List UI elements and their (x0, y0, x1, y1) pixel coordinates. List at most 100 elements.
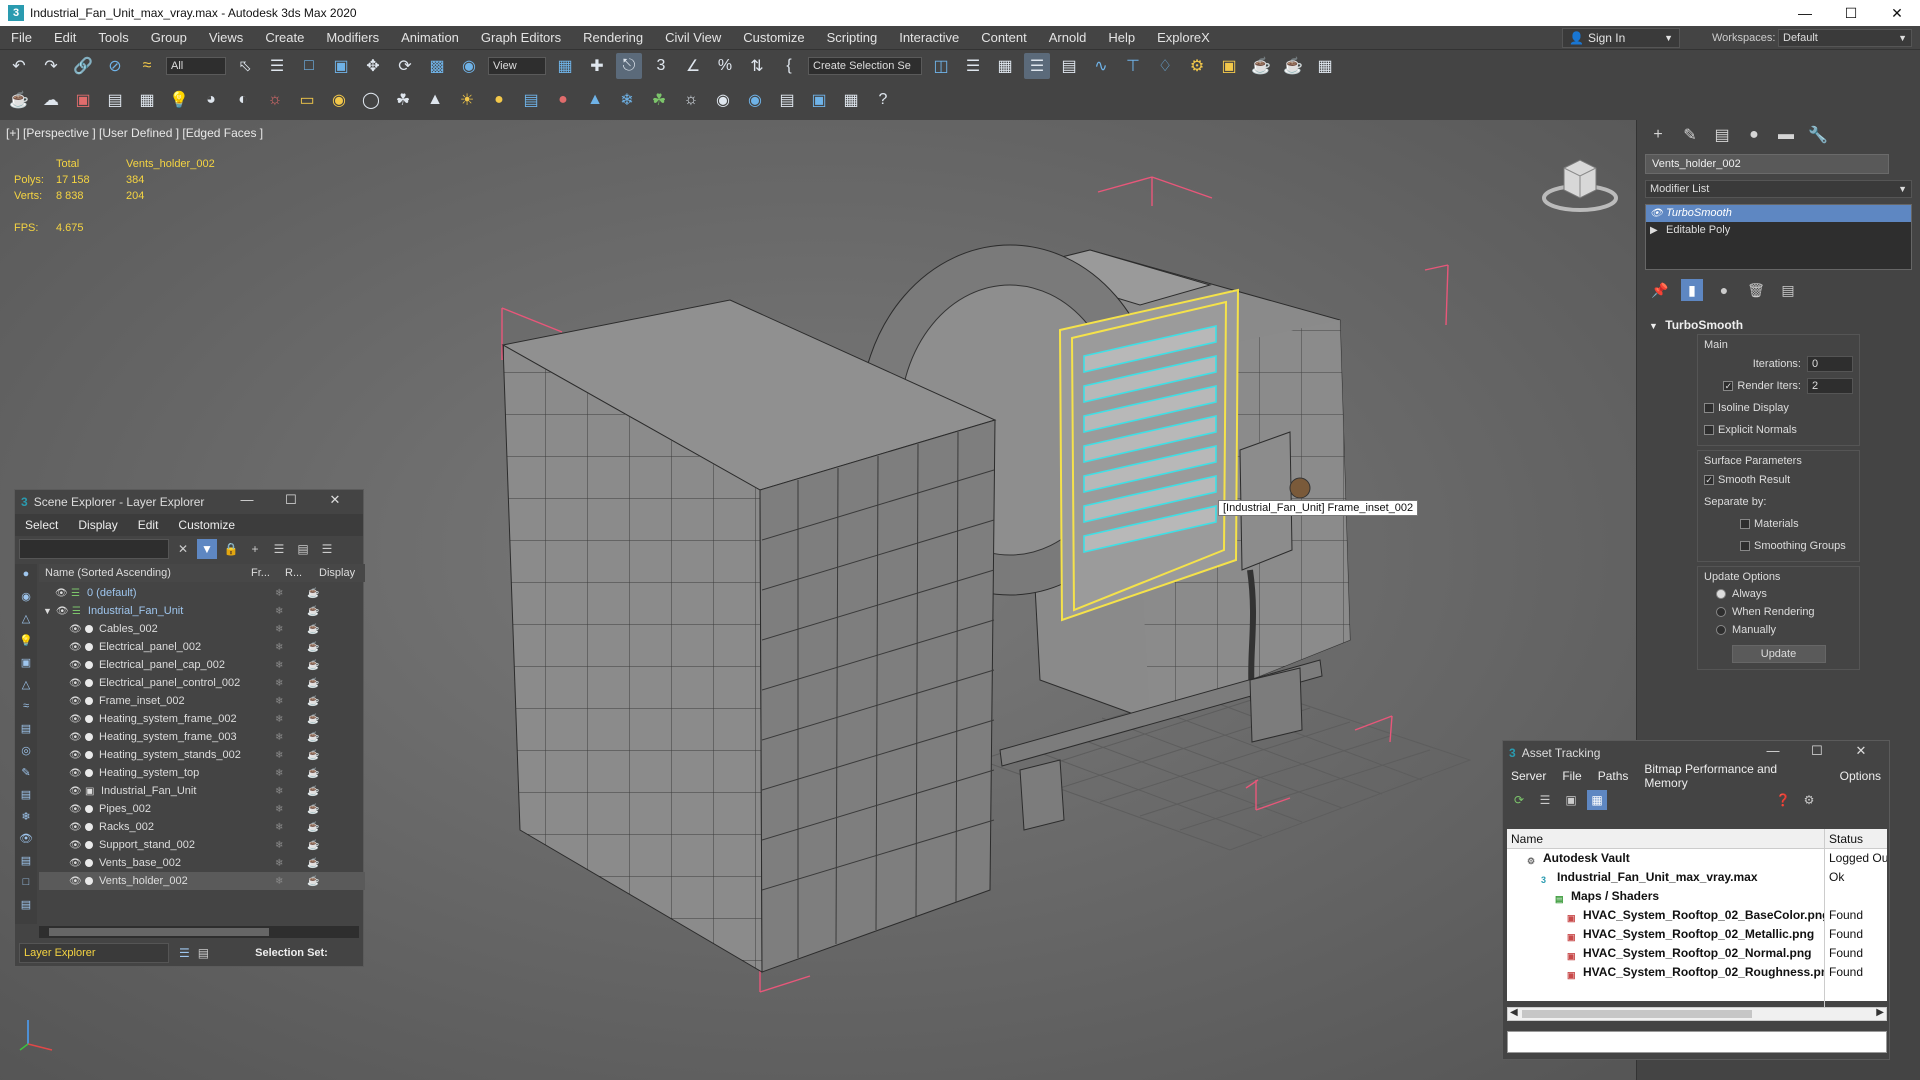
se-menu-edit[interactable]: Edit (128, 518, 169, 532)
angle-snap-icon[interactable]: ∠ (680, 53, 706, 79)
vray-plane-icon[interactable]: ▭ (294, 87, 320, 113)
scene-row[interactable]: 👁 Heating_system_top ❄ ☕ (39, 764, 365, 782)
minimize-icon[interactable]: — (225, 492, 269, 508)
at-menu-options[interactable]: Options (1832, 769, 1889, 783)
vray-dome-icon[interactable]: ◕ (198, 87, 224, 113)
render-iters-checkbox[interactable]: ✓ (1723, 381, 1734, 391)
menu-explorex[interactable]: ExploreX (1146, 26, 1221, 50)
snaps-toggle-icon[interactable]: 3 (648, 53, 674, 79)
render-in-cloud-icon[interactable]: ▦ (1312, 53, 1338, 79)
menu-arnold[interactable]: Arnold (1038, 26, 1098, 50)
spinner-snap-icon[interactable]: ⇅ (744, 53, 770, 79)
scene-row[interactable]: 👁 Frame_inset_002 ❄ ☕ (39, 692, 365, 710)
stack-item-turbosmooth[interactable]: 👁 TurboSmooth (1646, 205, 1911, 222)
maximize-icon[interactable]: ☐ (1828, 0, 1874, 26)
vray-fur-icon[interactable]: ☘ (390, 87, 416, 113)
close-icon[interactable]: ✕ (1839, 743, 1883, 759)
hierarchy-icon[interactable]: ▤ (293, 539, 313, 559)
modify-tab-icon[interactable]: ✎ (1677, 124, 1703, 146)
vray-sun-light-icon[interactable]: ☀ (454, 87, 480, 113)
display-containers-icon[interactable]: ▤ (17, 788, 35, 806)
isoline-checkbox[interactable] (1704, 403, 1714, 413)
freeze-icon[interactable]: ❄ (275, 732, 283, 743)
menu-graph-editors[interactable]: Graph Editors (470, 26, 572, 50)
freeze-icon[interactable]: ❄ (275, 876, 283, 887)
display-all-icon[interactable]: ● (17, 568, 35, 586)
new-layer-icon[interactable]: + (245, 539, 265, 559)
move-icon[interactable]: ✥ (360, 53, 386, 79)
se-menu-select[interactable]: Select (15, 518, 68, 532)
visibility-eye-icon[interactable]: 👁 (69, 804, 82, 815)
vray-mesh-light-icon[interactable]: ● (486, 87, 512, 113)
menu-content[interactable]: Content (970, 26, 1038, 50)
motion-tab-icon[interactable]: ● (1741, 124, 1767, 146)
show-end-result-icon[interactable]: ▮ (1681, 279, 1703, 301)
scene-row[interactable]: 👁 ▣ Industrial_Fan_Unit ❄ ☕ (39, 782, 365, 800)
render-iters-spinner[interactable]: 2 (1807, 378, 1853, 394)
viewcube-icon[interactable] (1540, 148, 1620, 218)
vray-clipper-icon[interactable]: ▲ (582, 87, 608, 113)
col-name-header[interactable]: Name (Sorted Ascending) (39, 567, 251, 579)
at-menu-bitmap-performance[interactable]: Bitmap Performance and Memory (1636, 762, 1831, 790)
filter-icon[interactable]: ▼ (197, 539, 217, 559)
col-display-header[interactable]: Display (319, 567, 355, 579)
maximize-icon[interactable]: ☐ (1795, 743, 1839, 759)
vray-ball-icon[interactable]: ◯ (358, 87, 384, 113)
se-menu-display[interactable]: Display (68, 518, 127, 532)
layers-icon[interactable]: ☰ (269, 539, 289, 559)
table-view-icon[interactable]: ▦ (1587, 790, 1607, 810)
pivot-center-icon[interactable]: ▦ (552, 53, 578, 79)
renderable-teapot-icon[interactable]: ☕ (307, 642, 319, 653)
scene-row[interactable]: 👁 Vents_base_002 ❄ ☕ (39, 854, 365, 872)
rectangular-selection-icon[interactable]: □ (296, 53, 322, 79)
display-frozen-icon[interactable]: ❄ (17, 810, 35, 828)
menu-modifiers[interactable]: Modifiers (315, 26, 390, 50)
asset-path-field[interactable] (1507, 1031, 1887, 1053)
scene-row[interactable]: 👁 Heating_system_frame_002 ❄ ☕ (39, 710, 365, 728)
visibility-eye-icon[interactable]: 👁 (69, 642, 82, 653)
reference-coordinate-dropdown[interactable]: View (488, 57, 546, 75)
scene-row[interactable]: 👁 Heating_system_frame_003 ❄ ☕ (39, 728, 365, 746)
col-render-header[interactable]: R... (285, 567, 319, 579)
asset-row[interactable]: ⚙ Autodesk Vault Logged Ou (1507, 849, 1887, 868)
asset-row[interactable]: ▣ HVAC_System_Rooftop_02_BaseColor.png Fou… (1507, 906, 1887, 925)
toggle-scene-explorer-icon[interactable]: ▦ (992, 53, 1018, 79)
vray-cone-icon[interactable]: ▲ (422, 87, 448, 113)
explorer-mode-dropdown[interactable]: Layer Explorer (19, 943, 169, 963)
render-production-icon[interactable]: ☕ (1248, 53, 1274, 79)
select-manipulate-icon[interactable]: ✚ (584, 53, 610, 79)
scale-icon[interactable]: ▩ (424, 53, 450, 79)
scene-row[interactable]: 👁 ☰ 0 (default) ❄ ☕ (39, 584, 365, 602)
renderable-teapot-icon[interactable]: ☕ (307, 606, 319, 617)
invert-display-icon[interactable]: ▤ (17, 898, 35, 916)
renderable-teapot-icon[interactable]: ☕ (307, 840, 319, 851)
material-editor-icon[interactable]: ♢ (1152, 53, 1178, 79)
renderable-teapot-icon[interactable]: ☕ (307, 660, 319, 671)
toggle-ribbon-icon[interactable]: ▤ (1056, 53, 1082, 79)
vray-decal-icon[interactable]: ◉ (710, 87, 736, 113)
link-icon[interactable]: 🔗 (70, 53, 96, 79)
render-iterative-icon[interactable]: ☕ (1280, 53, 1306, 79)
smooth-result-checkbox[interactable]: ✓ (1704, 475, 1714, 485)
scrollbar-thumb[interactable] (1522, 1010, 1752, 1018)
selection-filter-dropdown[interactable]: All (166, 57, 226, 75)
scene-row[interactable]: 👁 Vents_holder_002 ❄ ☕ (39, 872, 365, 890)
col-frozen-header[interactable]: Fr... (251, 567, 285, 579)
search-input[interactable] (19, 539, 169, 559)
turbosmooth-rollout[interactable]: ▼ TurboSmooth (1645, 316, 1912, 334)
freeze-icon[interactable]: ❄ (275, 588, 283, 599)
layers-mode-icon[interactable]: ☰ (179, 946, 190, 960)
remove-modifier-icon[interactable]: 🗑 (1745, 279, 1767, 301)
explicit-normals-checkbox[interactable] (1704, 425, 1714, 435)
freeze-icon[interactable]: ❄ (275, 804, 283, 815)
pin-stack-icon[interactable]: 📌 (1649, 279, 1671, 301)
visibility-eye-icon[interactable]: 👁 (69, 624, 82, 635)
menu-interactive[interactable]: Interactive (888, 26, 970, 50)
menu-scripting[interactable]: Scripting (816, 26, 889, 50)
menu-group[interactable]: Group (140, 26, 198, 50)
keyboard-shortcut-override-icon[interactable]: ⎋ (616, 53, 642, 79)
renderable-teapot-icon[interactable]: ☕ (307, 678, 319, 689)
menu-tools[interactable]: Tools (87, 26, 139, 50)
materials-checkbox[interactable] (1740, 519, 1750, 529)
rendered-frame-window-icon[interactable]: ▣ (1216, 53, 1242, 79)
